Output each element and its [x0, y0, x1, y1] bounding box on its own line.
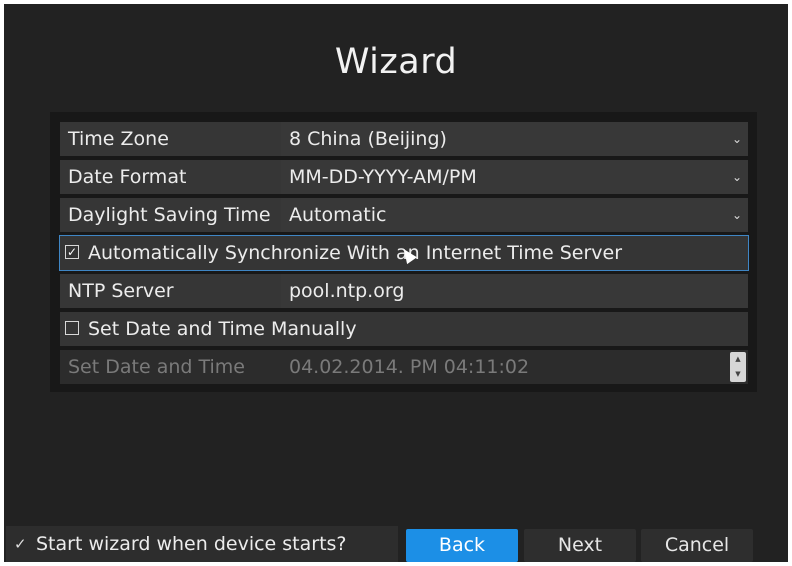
time-zone-select[interactable]: 8 China (Beijing) ⌄ — [281, 122, 748, 156]
date-format-select[interactable]: MM-DD-YYYY-AM/PM ⌄ — [281, 160, 748, 194]
daylight-saving-row[interactable]: Daylight Saving Time Automatic ⌄ — [60, 198, 748, 232]
date-format-label: Date Format — [60, 160, 286, 194]
page-title: Wizard — [334, 42, 458, 82]
manual-row[interactable]: Set Date and Time Manually — [60, 312, 748, 346]
auto-sync-label: Automatically Synchronize With an Intern… — [88, 242, 623, 264]
chevron-down-icon[interactable]: ⌄ — [732, 160, 742, 194]
ntp-server-label: NTP Server — [60, 274, 286, 308]
ntp-server-input[interactable]: pool.ntp.org — [281, 274, 748, 308]
datetime-spinner: ▲ ▼ — [730, 352, 746, 382]
manual-label: Set Date and Time Manually — [88, 318, 357, 340]
manual-checkbox[interactable] — [65, 321, 79, 335]
start-wizard-checkbox[interactable]: ✓ Start wizard when device starts? — [6, 526, 398, 562]
spin-up-icon: ▲ — [735, 355, 741, 363]
time-zone-value: 8 China (Beijing) — [289, 128, 447, 150]
wizard-screen: Wizard Time Zone 8 China (Beijing) ⌄ Dat… — [4, 4, 788, 562]
start-wizard-label: Start wizard when device starts? — [36, 533, 347, 555]
set-datetime-label: Set Date and Time — [60, 350, 286, 384]
next-button[interactable]: Next — [524, 529, 636, 562]
daylight-saving-select[interactable]: Automatic ⌄ — [281, 198, 748, 232]
chevron-down-icon[interactable]: ⌄ — [732, 198, 742, 232]
spin-down-icon: ▼ — [735, 370, 741, 378]
ntp-server-row[interactable]: NTP Server pool.ntp.org — [60, 274, 748, 308]
set-datetime-value: 04.02.2014. PM 04:11:02 — [289, 356, 530, 378]
date-format-value: MM-DD-YYYY-AM/PM — [289, 166, 477, 188]
set-datetime-input: 04.02.2014. PM 04:11:02 ▲ ▼ — [281, 350, 748, 384]
chevron-down-icon[interactable]: ⌄ — [732, 122, 742, 156]
time-zone-row[interactable]: Time Zone 8 China (Beijing) ⌄ — [60, 122, 748, 156]
auto-sync-checkbox[interactable]: ✓ — [65, 245, 79, 259]
date-format-row[interactable]: Date Format MM-DD-YYYY-AM/PM ⌄ — [60, 160, 748, 194]
daylight-saving-value: Automatic — [289, 204, 387, 226]
cancel-button[interactable]: Cancel — [641, 529, 753, 562]
back-button[interactable]: Back — [406, 529, 518, 562]
time-zone-label: Time Zone — [60, 122, 286, 156]
check-icon: ✓ — [14, 535, 27, 553]
set-datetime-row: Set Date and Time 04.02.2014. PM 04:11:0… — [60, 350, 748, 384]
daylight-saving-label: Daylight Saving Time — [60, 198, 286, 232]
